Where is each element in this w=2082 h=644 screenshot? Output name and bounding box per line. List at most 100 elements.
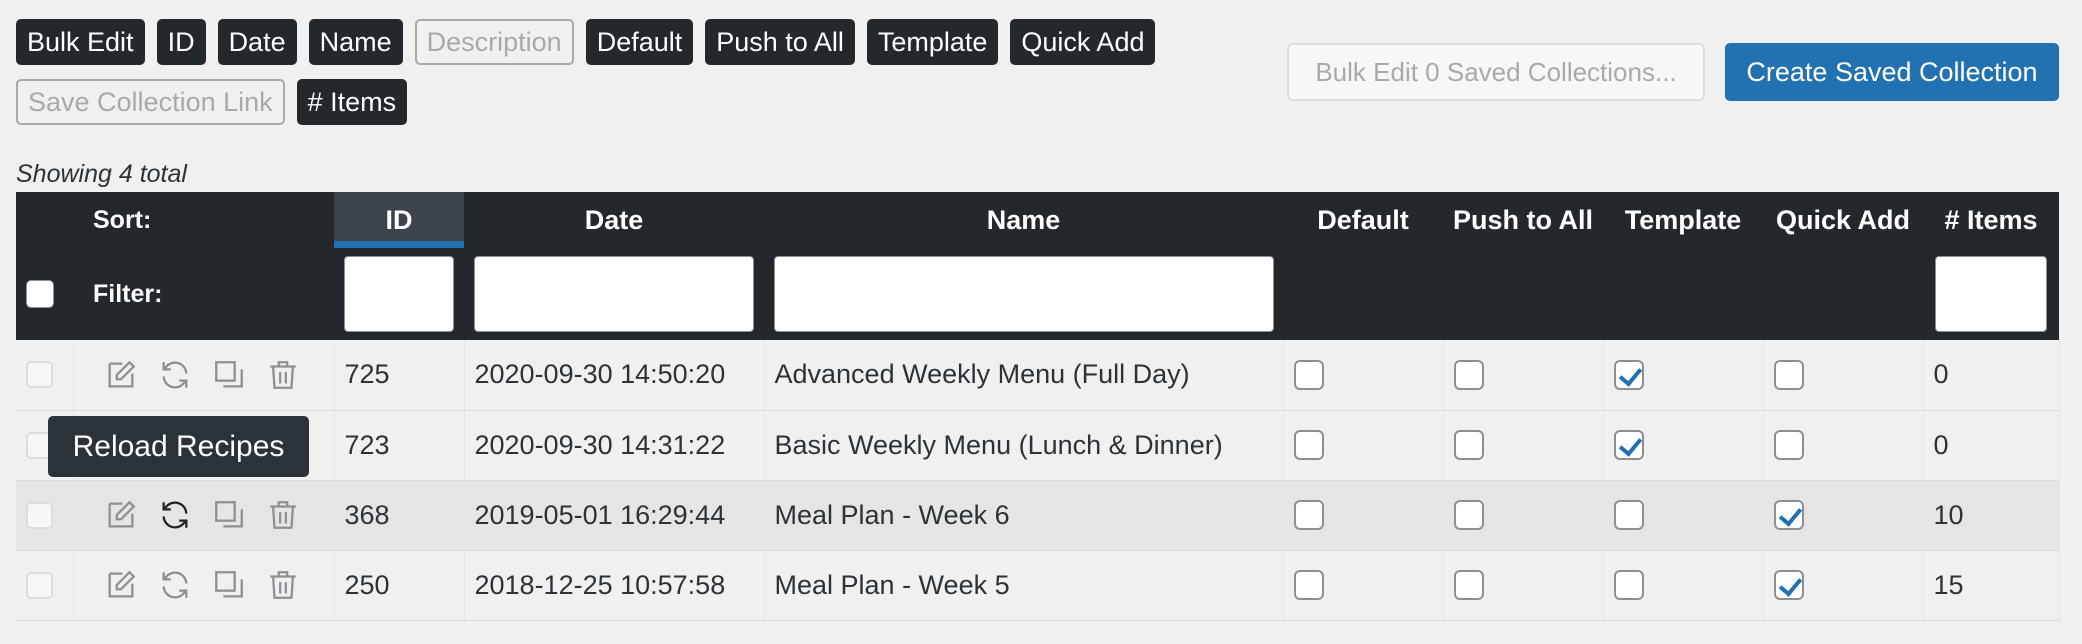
duplicate-icon[interactable] [212,358,246,392]
push-to-all-checkbox[interactable] [1453,500,1484,530]
toggle-date[interactable]: Date [217,19,297,65]
default-checkbox[interactable] [1293,430,1324,460]
filter-date-input[interactable] [474,256,754,332]
filter-name-cell [764,248,1283,340]
filter-push-cell [1443,248,1603,340]
table-row: 723 2020-09-30 14:31:22 Basic Weekly Men… [16,410,2060,481]
toggle-quick-add[interactable]: Quick Add [1010,19,1156,65]
filter-items-cell [1923,248,2059,340]
reload-icon[interactable] [158,568,192,602]
toggle-push-to-all[interactable]: Push to All [705,19,855,65]
row-push-cell [1443,480,1604,551]
row-items: 0 [1923,340,2060,411]
row-quick-add-cell [1763,340,1924,411]
duplicate-icon[interactable] [212,568,246,602]
row-push-cell [1443,550,1604,621]
edit-icon[interactable] [104,568,138,602]
row-quick-add-cell [1763,550,1924,621]
header-row: Sort: ID Date Name Default Push to All T… [16,192,2059,248]
column-header-push-to-all[interactable]: Push to All [1443,192,1603,248]
toggle-name[interactable]: Name [308,19,403,65]
toggle-id[interactable]: ID [156,19,206,65]
column-header-default[interactable]: Default [1283,192,1443,248]
push-to-all-checkbox[interactable] [1453,570,1484,600]
showing-total-text: Showing 4 total [16,160,187,188]
duplicate-icon[interactable] [212,498,246,532]
reload-icon[interactable] [158,498,192,532]
trash-icon[interactable] [266,358,300,392]
column-header-items[interactable]: # Items [1923,192,2059,248]
row-name: Basic Weekly Menu (Lunch & Dinner) [764,410,1284,481]
quick-add-checkbox[interactable] [1773,500,1804,530]
filter-date-cell [464,248,764,340]
row-push-cell [1443,410,1604,481]
template-checkbox[interactable] [1613,570,1644,600]
row-items: 15 [1923,550,2060,621]
table-row: 250 2018-12-25 10:57:58 Meal Plan - Week… [16,550,2060,621]
template-checkbox[interactable] [1613,359,1644,390]
column-header-date[interactable]: Date [464,192,764,248]
edit-icon[interactable] [104,498,138,532]
column-header-quick-add[interactable]: Quick Add [1763,192,1923,248]
filter-id-input[interactable] [344,256,454,332]
template-checkbox[interactable] [1613,430,1644,460]
filter-quick-add-cell [1763,248,1923,340]
row-actions-cell [73,480,335,551]
row-select-checkbox[interactable] [26,501,53,529]
toggle-bulk-edit[interactable]: Bulk Edit [16,19,145,65]
column-header-name[interactable]: Name [764,192,1283,248]
select-all-checkbox[interactable] [26,280,54,308]
column-header-id[interactable]: ID [334,192,464,248]
row-date: 2020-09-30 14:50:20 [464,340,765,411]
collections-table: Sort: ID Date Name Default Push to All T… [16,192,2060,621]
filter-id-cell [334,248,464,340]
filter-name-input[interactable] [773,256,1274,332]
push-to-all-checkbox[interactable] [1453,359,1484,390]
row-id: 368 [334,480,465,551]
filter-label: Filter: [73,248,334,340]
toggle-default[interactable]: Default [585,19,694,65]
toggle-items[interactable]: # Items [296,79,408,125]
reload-icon[interactable] [158,358,192,392]
template-checkbox[interactable] [1613,500,1644,530]
row-actions-cell [73,340,335,411]
sort-label: Sort: [73,192,334,248]
row-default-cell [1283,550,1444,621]
trash-icon[interactable] [266,498,300,532]
filter-template-cell [1603,248,1763,340]
push-to-all-checkbox[interactable] [1453,430,1484,460]
row-template-cell [1603,410,1764,481]
edit-icon[interactable] [104,358,138,392]
row-name: Meal Plan - Week 5 [764,550,1284,621]
default-checkbox[interactable] [1293,359,1324,390]
default-checkbox[interactable] [1293,570,1324,600]
row-items: 10 [1923,480,2060,551]
row-template-cell [1603,340,1764,411]
column-toggle-row-2: Save Collection Link # Items [16,79,408,125]
row-id: 725 [334,340,465,411]
row-default-cell [1283,340,1444,411]
reload-recipes-tooltip: Reload Recipes [48,416,309,477]
bulk-edit-saved-collections-button[interactable]: Bulk Edit 0 Saved Collections... [1287,43,1705,101]
quick-add-checkbox[interactable] [1773,430,1804,460]
quick-add-checkbox[interactable] [1773,570,1804,600]
row-id: 723 [334,410,465,481]
trash-icon[interactable] [266,568,300,602]
row-quick-add-cell [1763,410,1924,481]
row-select-checkbox[interactable] [26,571,53,599]
column-header-template[interactable]: Template [1603,192,1763,248]
filter-items-input[interactable] [1935,256,2047,332]
quick-add-checkbox[interactable] [1773,359,1804,390]
row-template-cell [1603,480,1764,551]
default-checkbox[interactable] [1293,500,1324,530]
row-items: 0 [1923,410,2060,481]
create-saved-collection-button[interactable]: Create Saved Collection [1725,43,2059,101]
row-name: Advanced Weekly Menu (Full Day) [764,340,1284,411]
toggle-description[interactable]: Description [414,19,574,65]
header-select-spacer [16,192,73,248]
row-date: 2019-05-01 16:29:44 [464,480,765,551]
toggle-template[interactable]: Template [866,19,999,65]
toggle-save-collection-link[interactable]: Save Collection Link [16,79,285,125]
row-select-checkbox[interactable] [26,361,53,389]
select-all-cell [16,248,73,340]
